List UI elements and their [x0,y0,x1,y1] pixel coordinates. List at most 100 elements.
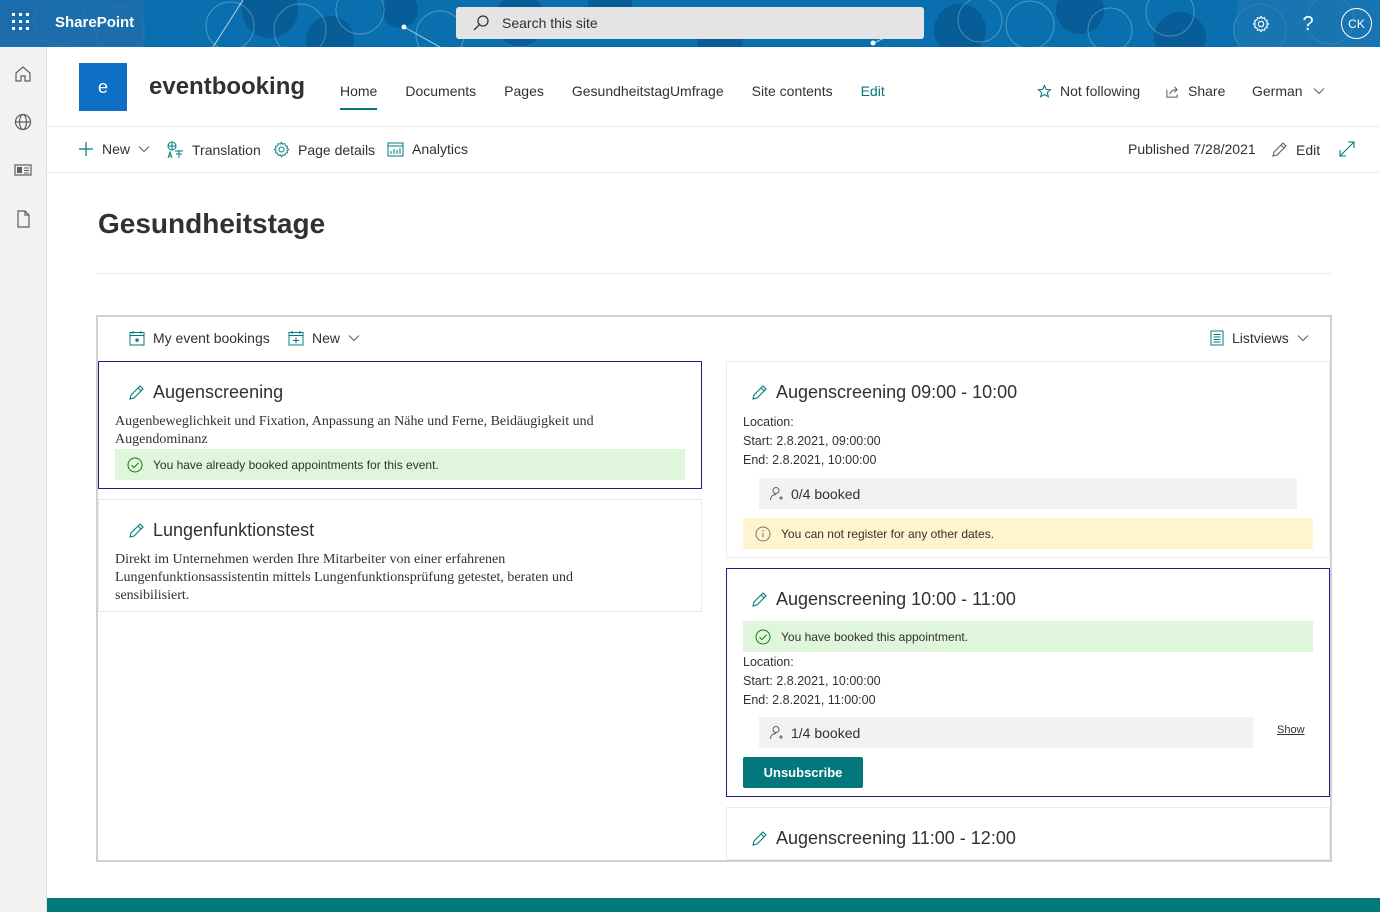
nav-edit-link[interactable]: Edit [861,83,885,99]
edit-page-button[interactable]: Edit [1271,141,1320,158]
new-button[interactable]: New [78,141,158,157]
page-details-label: Page details [298,141,376,158]
globe-icon[interactable] [13,112,33,132]
event-card[interactable]: Augenscreening Augenbeweglichkeit und Fi… [98,361,702,489]
list-icon [1210,330,1224,346]
analytics-icon [387,142,404,156]
app-bar [0,47,47,912]
person-add-icon [770,725,783,739]
site-navigation: Home Documents Pages GesundheitstagUmfra… [340,83,913,110]
event-description: Augenbeweglichkeit und Fixation, Anpassu… [115,414,594,447]
slot-end: End: 2.8.2021, 10:00:00 [743,453,877,467]
nav-item-site-contents[interactable]: Site contents [752,83,833,99]
pencil-icon [752,592,767,607]
language-dropdown[interactable]: German [1252,83,1333,99]
star-icon [1037,83,1052,98]
pencil-icon [752,831,767,846]
slot-details: Location: Start: 2.8.2021, 09:00:00 End:… [743,413,881,470]
published-status: Published 7/28/2021 [1128,141,1256,157]
slot-title[interactable]: Augenscreening 10:00 - 11:00 [751,589,1016,610]
unsubscribe-button[interactable]: Unsubscribe [743,757,863,788]
new-event-button[interactable]: New [288,330,368,346]
command-bar: New Translation Page details Analytics P… [47,128,1380,173]
event-title[interactable]: Lungenfunktionstest [128,520,314,541]
settings-gear-icon[interactable] [1245,8,1277,40]
chevron-down-icon [1313,88,1324,95]
document-icon[interactable] [13,209,33,229]
sharepoint-brand-link[interactable]: SharePoint [55,14,134,31]
checkmark-circle-icon [755,629,771,644]
share-icon [1166,85,1178,98]
nav-item-pages[interactable]: Pages [504,83,544,99]
plus-icon [79,142,93,156]
nav-item-documents[interactable]: Documents [405,83,476,99]
suite-bar: SharePoint Search this site ? CK [0,0,1380,47]
success-message: You have already booked appointments for… [115,449,685,480]
site-title[interactable]: eventbooking [149,73,305,101]
translation-icon [167,141,183,159]
search-icon [473,15,489,31]
slot-details: Location: Start: 2.8.2021, 10:00:00 End:… [743,653,881,710]
chevron-down-icon [1297,335,1309,342]
footer-bar [47,898,1380,912]
calendar-star-icon [129,331,145,346]
gear-icon [273,141,290,158]
show-attendees-link[interactable]: Show [1277,724,1305,736]
booking-count: 0/4 booked [759,478,1297,509]
translation-label: Translation [192,142,261,158]
share-button[interactable]: Share [1165,83,1225,99]
slot-location: Location: [743,655,794,669]
event-card[interactable]: Lungenfunktionstest Direkt im Unternehme… [98,499,702,612]
nav-item-gesundheitstagumfrage[interactable]: GesundheitstagUmfrage [572,83,724,99]
checkmark-circle-icon [127,457,143,472]
listviews-label: Listviews [1232,330,1289,346]
follow-button[interactable]: Not following [1037,83,1140,99]
site-logo[interactable]: e [79,63,127,111]
slot-card: Augenscreening 11:00 - 12:00 [726,807,1330,860]
pencil-icon [129,523,144,538]
translation-button[interactable]: Translation [166,141,261,159]
slot-start: Start: 2.8.2021, 09:00:00 [743,434,881,448]
site-header: e eventbooking Home Documents Pages Gesu… [47,47,1380,127]
help-icon[interactable]: ? [1292,8,1324,40]
my-event-bookings-button[interactable]: My event bookings [129,330,270,346]
share-label: Share [1188,83,1226,99]
slot-card: Augenscreening 09:00 - 10:00 Location: S… [726,361,1330,558]
edit-label: Edit [1296,141,1321,158]
search-placeholder: Search this site [502,15,598,31]
slot-title[interactable]: Augenscreening 11:00 - 12:00 [751,828,1016,849]
analytics-button[interactable]: Analytics [387,141,468,157]
analytics-label: Analytics [412,141,469,157]
pencil-icon [129,385,144,400]
warning-message: You can not register for any other dates… [743,518,1313,549]
info-icon [755,526,771,541]
booking-count: 1/4 booked [759,717,1253,748]
app-launcher-icon[interactable] [12,13,32,33]
page-title: Gesundheitstage [98,208,326,239]
event-title[interactable]: Augenscreening [128,382,283,403]
title-divider [96,273,1332,274]
listviews-dropdown[interactable]: Listviews [1210,330,1317,346]
chevron-down-icon [348,335,360,342]
slot-location: Location: [743,415,794,429]
slot-start: Start: 2.8.2021, 10:00:00 [743,674,881,688]
slot-card: Augenscreening 10:00 - 11:00 You have bo… [726,568,1330,797]
slot-title[interactable]: Augenscreening 09:00 - 10:00 [751,382,1017,403]
person-add-icon [770,486,783,500]
follow-label: Not following [1060,83,1141,99]
home-icon[interactable] [13,64,33,84]
nav-item-home[interactable]: Home [340,83,378,110]
search-input[interactable]: Search this site [456,7,924,39]
user-avatar[interactable]: CK [1341,8,1372,39]
pencil-icon [752,385,767,400]
chevron-down-icon [138,146,150,153]
language-label: German [1252,83,1303,99]
page-details-button[interactable]: Page details [273,141,375,158]
new-label: New [102,141,131,157]
news-icon[interactable] [13,160,33,180]
event-description: Direkt im Unternehmen werden Ihre Mitarb… [115,552,574,603]
new-event-label: New [312,330,341,346]
calendar-add-icon [288,331,304,346]
expand-icon[interactable] [1339,141,1363,157]
slot-end: End: 2.8.2021, 11:00:00 [743,693,876,707]
